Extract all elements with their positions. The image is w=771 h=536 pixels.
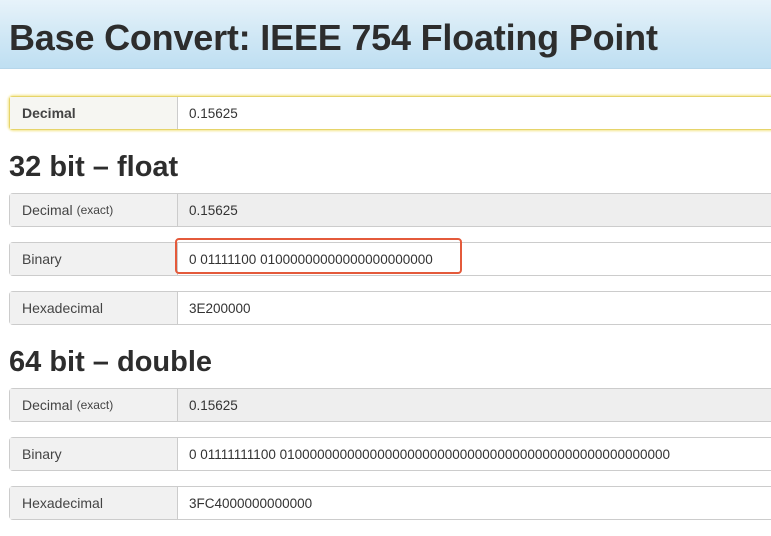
- float32-decimal-note: (exact): [76, 203, 114, 217]
- float64-decimal-value[interactable]: 0.15625: [178, 389, 771, 421]
- decimal-input[interactable]: [189, 105, 771, 121]
- float64-hex-label: Hexadecimal: [10, 487, 178, 519]
- float32-decimal-value[interactable]: 0.15625: [178, 194, 771, 226]
- float32-decimal-row: Decimal (exact) 0.15625: [9, 193, 771, 227]
- decimal-input-group: Decimal: [9, 96, 771, 130]
- decimal-input-label: Decimal: [10, 97, 178, 129]
- float64-decimal-note: (exact): [76, 398, 114, 412]
- float64-binary-row: Binary 0 01111111100 0100000000000000000…: [9, 437, 771, 471]
- float64-heading: 64 bit – double: [9, 346, 213, 378]
- float64-decimal-label: Decimal (exact): [10, 389, 178, 421]
- float32-hex-value[interactable]: 3E200000: [178, 292, 771, 324]
- float64-decimal-row: Decimal (exact) 0.15625: [9, 388, 771, 422]
- float32-binary-label: Binary: [10, 243, 178, 275]
- page-header: Base Convert: IEEE 754 Floating Point: [0, 0, 771, 69]
- float64-binary-value[interactable]: 0 01111111100 01000000000000000000000000…: [178, 438, 771, 470]
- page-title: Base Convert: IEEE 754 Floating Point: [9, 17, 658, 58]
- float64-hex-value[interactable]: 3FC4000000000000: [178, 487, 771, 519]
- float32-decimal-label-text: Decimal: [22, 202, 73, 218]
- float64-decimal-label-text: Decimal: [22, 397, 73, 413]
- decimal-input-label-text: Decimal: [22, 105, 76, 121]
- float32-decimal-label: Decimal (exact): [10, 194, 178, 226]
- float32-binary-row: Binary 0 01111100 0100000000000000000000…: [9, 242, 771, 276]
- float32-binary-value[interactable]: 0 01111100 01000000000000000000000: [178, 243, 771, 275]
- float32-hex-row: Hexadecimal 3E200000: [9, 291, 771, 325]
- float64-hex-row: Hexadecimal 3FC4000000000000: [9, 486, 771, 520]
- float32-hex-label: Hexadecimal: [10, 292, 178, 324]
- float32-heading: 32 bit – float: [9, 151, 179, 183]
- float64-binary-label: Binary: [10, 438, 178, 470]
- decimal-input-wrapper: [178, 97, 771, 129]
